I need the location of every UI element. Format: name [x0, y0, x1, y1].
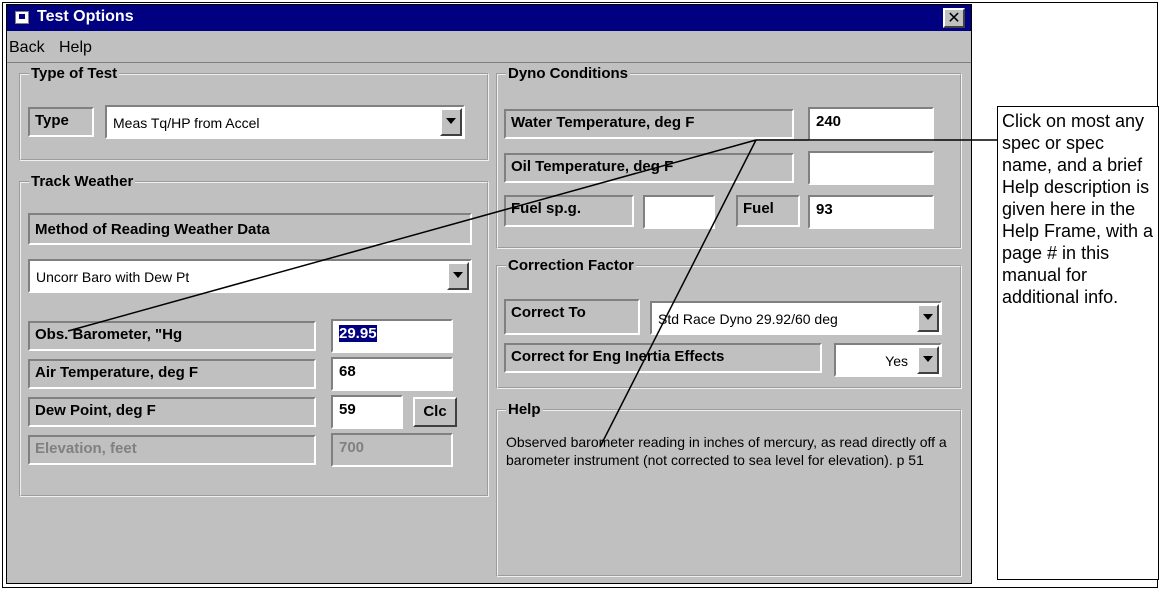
annotation-lines: [67, 139, 997, 448]
pointer-line-to-help: [599, 139, 757, 448]
pointer-line-to-obs-barometer: [67, 139, 757, 332]
